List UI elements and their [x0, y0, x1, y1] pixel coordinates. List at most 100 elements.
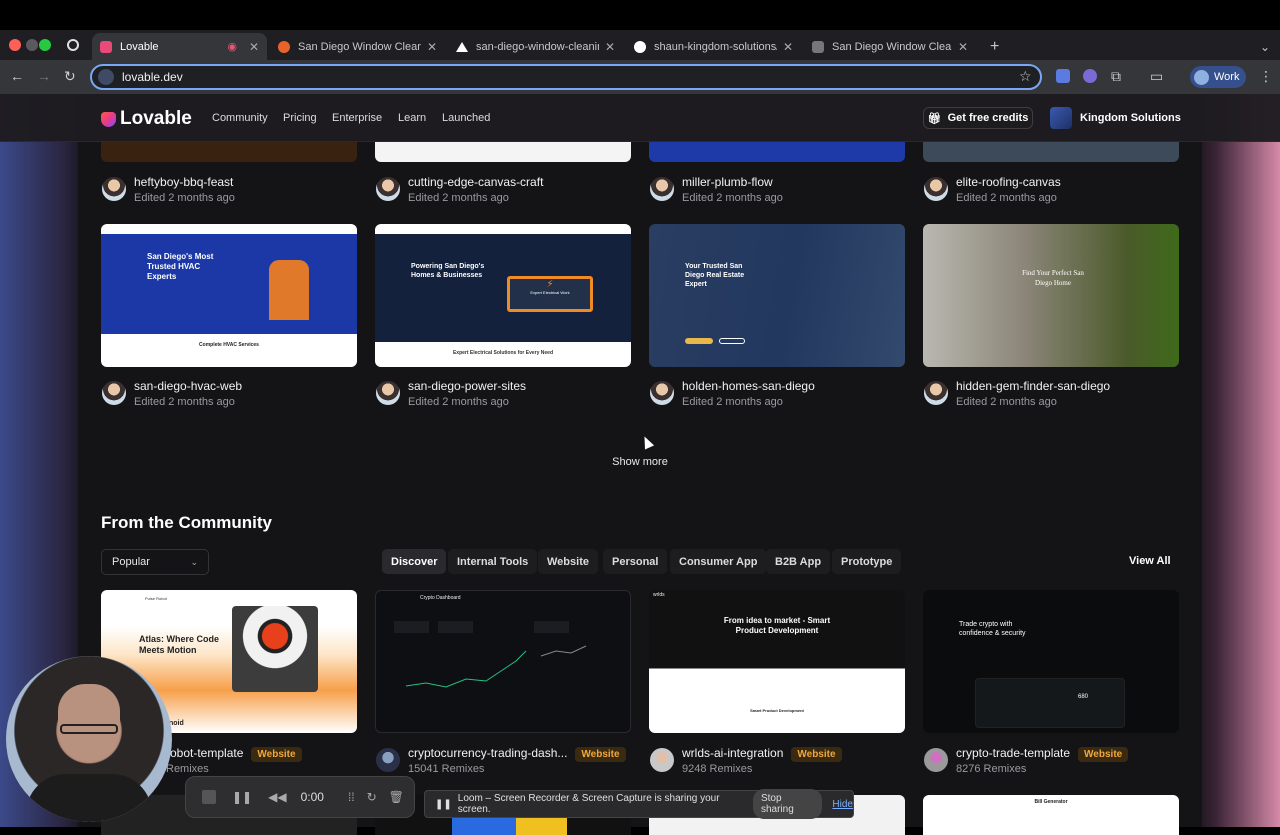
webcam-bubble[interactable]: [6, 656, 172, 822]
project-name[interactable]: hidden-gem-finder-san-diego: [956, 379, 1110, 393]
community-thumbnail[interactable]: Bill Generator: [923, 795, 1179, 835]
thumb-headline: Find Your Perfect San Diego Home: [1022, 269, 1084, 287]
project-name[interactable]: holden-homes-san-diego: [682, 379, 815, 393]
thumb-headline: Your Trusted San Diego Real Estate Exper…: [685, 263, 745, 288]
community-project-name[interactable]: obot-template Website: [170, 746, 302, 762]
nav-enterprise[interactable]: Enterprise: [332, 112, 382, 124]
get-free-credits-button[interactable]: 🎁︎ Get free credits: [923, 107, 1033, 129]
community-project-name[interactable]: cryptocurrency-trading-dash... Website: [408, 746, 626, 762]
community-project-name[interactable]: crypto-trade-template Website: [956, 746, 1129, 762]
filter-prototype[interactable]: Prototype: [832, 549, 902, 574]
project-name[interactable]: san-diego-hvac-web: [134, 379, 242, 393]
minimize-window-button[interactable]: [26, 39, 38, 51]
tab-title: san-diego-window-cleaning-: [476, 40, 599, 53]
nav-community[interactable]: Community: [212, 112, 268, 124]
project-thumbnail[interactable]: [101, 142, 357, 162]
browser-tab[interactable]: San Diego Window Cleaning ✕: [804, 33, 976, 60]
project-thumbnail[interactable]: [375, 142, 631, 162]
filter-personal[interactable]: Personal: [603, 549, 668, 574]
project-name[interactable]: elite-roofing-canvas: [956, 175, 1061, 189]
close-tab-icon[interactable]: ✕: [783, 40, 793, 54]
project-thumbnail[interactable]: Powering San Diego's Homes & Businesses …: [375, 224, 631, 367]
address-bar[interactable]: lovable.dev: [90, 64, 1042, 90]
thumb-brand: Pulse Robot: [145, 596, 167, 601]
tab-search-icon[interactable]: ⌄: [1252, 33, 1274, 60]
new-tab-button[interactable]: +: [982, 33, 1006, 60]
forward-icon[interactable]: →: [37, 68, 51, 84]
filter-website[interactable]: Website: [538, 549, 598, 574]
rewind-icon[interactable]: ◀◀: [268, 790, 286, 804]
project-thumbnail[interactable]: Your Trusted San Diego Real Estate Exper…: [649, 224, 905, 367]
project-edited: Edited 2 months ago: [134, 396, 235, 408]
view-all-link[interactable]: View All: [1129, 555, 1171, 567]
avatar: [376, 177, 400, 201]
github-favicon-icon: [634, 40, 646, 53]
back-icon[interactable]: ←: [10, 68, 24, 84]
close-tab-icon[interactable]: ✕: [249, 40, 259, 54]
project-edited: Edited 2 months ago: [956, 396, 1057, 408]
browser-tab[interactable]: Lovable ◉ ✕: [92, 33, 267, 60]
grid-icon[interactable]: ⁞⁞: [348, 790, 355, 804]
browser-tab[interactable]: san-diego-window-cleaning- ✕: [448, 33, 623, 60]
close-window-button[interactable]: [9, 39, 21, 51]
community-thumbnail[interactable]: wrlds From idea to market - Smart Produc…: [649, 590, 905, 733]
browser-menu-icon[interactable]: ⋮: [1259, 68, 1273, 85]
screen-top-bar: [0, 0, 1280, 30]
trash-icon[interactable]: 🗑︎: [389, 790, 404, 804]
browser-tab[interactable]: San Diego Window Cleaning ✕: [270, 33, 445, 60]
nav-launched[interactable]: Launched: [442, 112, 490, 124]
sort-select[interactable]: Popular ⌄: [101, 549, 209, 575]
show-more-button[interactable]: Show more: [602, 451, 678, 473]
hide-notice-link[interactable]: Hide: [832, 799, 853, 810]
community-thumbnail[interactable]: Trade crypto with confidence & security …: [923, 590, 1179, 733]
nav-pricing[interactable]: Pricing: [283, 112, 317, 124]
project-thumbnail[interactable]: Find Your Perfect San Diego Home: [923, 224, 1179, 367]
extensions-puzzle-icon[interactable]: ⧉: [1111, 68, 1121, 85]
close-tab-icon[interactable]: ✕: [427, 40, 437, 54]
stop-sharing-button[interactable]: Stop sharing: [752, 789, 823, 819]
filter-internal-tools[interactable]: Internal Tools: [448, 549, 538, 574]
project-thumbnail[interactable]: [923, 142, 1179, 162]
project-name[interactable]: heftyboy-bbq-feast: [134, 175, 233, 189]
robot-image: [232, 606, 318, 692]
thumb-footer: Complete HVAC Services: [199, 342, 259, 348]
close-tab-icon[interactable]: ✕: [605, 40, 615, 54]
project-name: wrlds-ai-integration: [682, 746, 784, 760]
thumb-panel: [975, 678, 1125, 728]
tab-cast-icon[interactable]: ▭: [1150, 68, 1163, 85]
community-thumbnail[interactable]: Crypto Dashboard: [375, 590, 631, 733]
project-thumbnail[interactable]: [649, 142, 905, 162]
stop-recording-icon[interactable]: [202, 790, 216, 804]
filter-b2b-app[interactable]: B2B App: [766, 549, 831, 574]
gift-icon: 🎁︎: [927, 112, 942, 125]
browser-tab[interactable]: shaun-kingdom-solutions/sa ✕: [626, 33, 801, 60]
close-tab-icon[interactable]: ✕: [958, 40, 968, 54]
thumb-headline: Atlas: Where Code Meets Motion: [139, 634, 220, 655]
project-thumbnail[interactable]: San Diego's Most Trusted HVAC Experts Co…: [101, 224, 357, 367]
category-badge: Website: [791, 747, 842, 762]
thumb-hero: [101, 234, 357, 334]
profile-button[interactable]: Work: [1190, 66, 1246, 88]
community-project-name[interactable]: wrlds-ai-integration Website: [682, 746, 842, 762]
workspace-switcher[interactable]: Kingdom Solutions: [1050, 107, 1181, 129]
project-name[interactable]: miller-plumb-flow: [682, 175, 773, 189]
sort-value: Popular: [112, 556, 150, 568]
thumb-card: ⚡︎ Expert Electrical Work: [507, 276, 593, 312]
avatar: [1194, 69, 1209, 85]
reload-icon[interactable]: ↻: [64, 68, 76, 85]
project-name[interactable]: san-diego-power-sites: [408, 379, 526, 393]
site-info-icon[interactable]: [98, 69, 114, 85]
filter-consumer-app[interactable]: Consumer App: [670, 549, 767, 574]
restart-icon[interactable]: ↻: [367, 790, 377, 804]
bookmark-star-icon[interactable]: ☆: [1019, 68, 1032, 85]
thumb-stat: 680: [1078, 694, 1089, 700]
project-name[interactable]: cutting-edge-canvas-craft: [408, 175, 543, 189]
lovable-logo[interactable]: Lovable: [101, 108, 192, 130]
pause-icon[interactable]: ❚❚: [232, 790, 252, 804]
thumb-footer: Expert Electrical Solutions for Every Ne…: [452, 350, 554, 356]
extension-s-icon[interactable]: [1056, 69, 1070, 83]
maximize-window-button[interactable]: [39, 39, 51, 51]
filter-discover[interactable]: Discover: [382, 549, 447, 574]
extension-gear-icon[interactable]: [1083, 69, 1097, 83]
nav-learn[interactable]: Learn: [398, 112, 426, 124]
